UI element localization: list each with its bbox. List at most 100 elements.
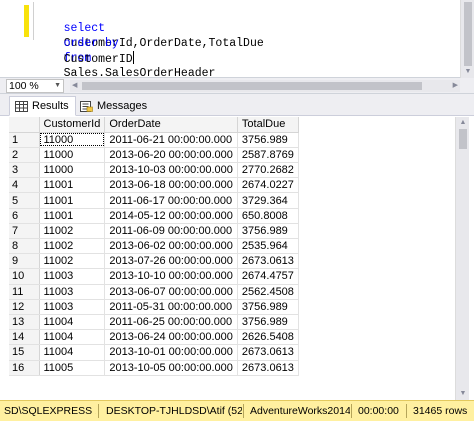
cell-totaldue[interactable]: 2770.2682	[237, 162, 299, 179]
row-number[interactable]: 16	[9, 360, 40, 376]
cell-totaldue[interactable]: 3756.989	[237, 299, 299, 315]
row-number[interactable]: 14	[9, 329, 40, 346]
column-header-customerid[interactable]: CustomerId	[39, 117, 106, 133]
cell-orderdate[interactable]: 2013-06-18 00:00:00.000	[104, 177, 238, 194]
cell-orderdate[interactable]: 2013-06-24 00:00:00.000	[104, 329, 238, 346]
column-header-orderdate[interactable]: OrderDate	[104, 117, 238, 133]
cell-customerid[interactable]: 11001	[39, 192, 106, 209]
cell-totaldue[interactable]: 2587.8769	[237, 147, 299, 164]
column-header-totaldue[interactable]: TotalDue	[237, 117, 299, 133]
editor-horizontal-scrollbar[interactable]: ◀ ▶	[70, 80, 460, 92]
table-row[interactable]: 10 11003 2013-10-10 00:00:00.000 2674.4757	[9, 268, 299, 285]
cell-totaldue[interactable]: 2673.0613	[237, 344, 299, 361]
cell-orderdate[interactable]: 2013-10-05 00:00:00.000	[104, 360, 238, 376]
table-row[interactable]: 5 11001 2011-06-17 00:00:00.000 3729.364	[9, 192, 299, 209]
row-number[interactable]: 7	[9, 223, 40, 240]
row-number-header[interactable]	[9, 117, 40, 133]
editor-vertical-scrollbar[interactable]: ▼	[460, 0, 474, 78]
row-number[interactable]: 4	[9, 177, 40, 194]
cell-orderdate[interactable]: 2011-05-31 00:00:00.000	[104, 299, 238, 315]
table-row[interactable]: 2 11000 2013-06-20 00:00:00.000 2587.8769	[9, 147, 299, 164]
table-row[interactable]: 6 11001 2014-05-12 00:00:00.000 650.8008	[9, 208, 299, 224]
table-row[interactable]: 8 11002 2013-06-02 00:00:00.000 2535.964	[9, 238, 299, 255]
cell-totaldue[interactable]: 2626.5408	[237, 329, 299, 346]
tab-messages[interactable]: Messages	[74, 96, 154, 116]
table-row[interactable]: 15 11004 2013-10-01 00:00:00.000 2673.0613	[9, 344, 299, 361]
table-row[interactable]: 3 11000 2013-10-03 00:00:00.000 2770.2682	[9, 162, 299, 179]
cell-customerid[interactable]: 11004	[39, 344, 106, 361]
grid-vertical-scrollbar[interactable]: ▲ ▼	[455, 117, 469, 400]
horizontal-scroll-thumb[interactable]	[82, 82, 422, 90]
cell-totaldue[interactable]: 650.8008	[237, 208, 299, 224]
cell-customerid[interactable]: 11004	[39, 314, 106, 331]
row-number[interactable]: 9	[9, 253, 40, 270]
cell-totaldue[interactable]: 2674.0227	[237, 177, 299, 194]
chevron-down-icon[interactable]: ▼	[54, 80, 61, 92]
tab-results[interactable]: Results	[9, 96, 76, 116]
cell-totaldue[interactable]: 3756.989	[237, 132, 299, 148]
cell-orderdate[interactable]: 2011-06-21 00:00:00.000	[104, 132, 238, 148]
cell-totaldue[interactable]: 3756.989	[237, 223, 299, 240]
row-number[interactable]: 15	[9, 344, 40, 361]
row-number[interactable]: 2	[9, 147, 40, 164]
cell-customerid[interactable]: 11002	[39, 238, 106, 255]
cell-orderdate[interactable]: 2013-10-01 00:00:00.000	[104, 344, 238, 361]
cell-orderdate[interactable]: 2013-06-20 00:00:00.000	[104, 147, 238, 164]
scroll-right-arrow-icon[interactable]: ▶	[453, 80, 458, 92]
cell-customerid[interactable]: 11002	[39, 223, 106, 240]
cell-orderdate[interactable]: 2011-06-17 00:00:00.000	[104, 192, 238, 209]
table-row[interactable]: 9 11002 2013-07-26 00:00:00.000 2673.0613	[9, 253, 299, 270]
grid-scroll-thumb[interactable]	[459, 129, 467, 149]
cell-customerid[interactable]: 11003	[39, 299, 106, 315]
cell-orderdate[interactable]: 2011-06-09 00:00:00.000	[104, 223, 238, 240]
code-line-2[interactable]: order by CustomerID	[36, 21, 134, 66]
scroll-down-arrow-icon[interactable]: ▼	[459, 390, 467, 398]
row-number[interactable]: 1	[9, 132, 40, 148]
cell-customerid[interactable]: 11000	[39, 147, 106, 164]
query-editor[interactable]: select CustomerId,OrderDate,TotalDue fro…	[0, 0, 474, 80]
code-line-1[interactable]: select CustomerId,OrderDate,TotalDue fro…	[36, 6, 264, 80]
cell-totaldue[interactable]: 2535.964	[237, 238, 299, 255]
row-number[interactable]: 13	[9, 314, 40, 331]
cell-orderdate[interactable]: 2013-06-02 00:00:00.000	[104, 238, 238, 255]
table-row[interactable]: 13 11004 2011-06-25 00:00:00.000 3756.989	[9, 314, 299, 331]
table-row[interactable]: 12 11003 2011-05-31 00:00:00.000 3756.989	[9, 299, 299, 315]
scroll-down-arrow-icon[interactable]: ▼	[464, 68, 472, 76]
table-row[interactable]: 1 11000 2011-06-21 00:00:00.000 3756.989	[9, 132, 299, 148]
cell-customerid[interactable]: 11002	[39, 253, 106, 270]
row-number[interactable]: 12	[9, 299, 40, 315]
cell-totaldue[interactable]: 2674.4757	[237, 268, 299, 285]
results-grid[interactable]: CustomerId OrderDate TotalDue 1 11000 2011…	[9, 117, 460, 400]
cell-totaldue[interactable]: 2562.4508	[237, 284, 299, 300]
row-number[interactable]: 11	[9, 284, 40, 300]
cell-orderdate[interactable]: 2013-10-03 00:00:00.000	[104, 162, 238, 179]
cell-customerid[interactable]: 11005	[39, 360, 106, 376]
row-number[interactable]: 5	[9, 192, 40, 209]
table-row[interactable]: 11 11003 2013-06-07 00:00:00.000 2562.4508	[9, 284, 299, 300]
row-number[interactable]: 6	[9, 208, 40, 224]
editor-scroll-thumb[interactable]	[464, 2, 472, 66]
cell-totaldue[interactable]: 3756.989	[237, 314, 299, 331]
table-row[interactable]: 16 11005 2013-10-05 00:00:00.000 2673.0613	[9, 360, 299, 376]
cell-orderdate[interactable]: 2013-10-10 00:00:00.000	[104, 268, 238, 285]
cell-totaldue[interactable]: 2673.0613	[237, 360, 299, 376]
cell-customerid[interactable]: 11000	[39, 162, 106, 179]
cell-orderdate[interactable]: 2011-06-25 00:00:00.000	[104, 314, 238, 331]
row-number[interactable]: 10	[9, 268, 40, 285]
cell-totaldue[interactable]: 3729.364	[237, 192, 299, 209]
cell-customerid[interactable]: 11004	[39, 329, 106, 346]
cell-orderdate[interactable]: 2013-07-26 00:00:00.000	[104, 253, 238, 270]
table-row[interactable]: 14 11004 2013-06-24 00:00:00.000 2626.5408	[9, 329, 299, 346]
cell-customerid[interactable]: 11001	[39, 208, 106, 224]
cell-totaldue[interactable]: 2673.0613	[237, 253, 299, 270]
scroll-up-arrow-icon[interactable]: ▲	[459, 119, 467, 127]
cell-orderdate[interactable]: 2013-06-07 00:00:00.000	[104, 284, 238, 300]
row-number[interactable]: 8	[9, 238, 40, 255]
table-row[interactable]: 4 11001 2013-06-18 00:00:00.000 2674.0227	[9, 177, 299, 194]
cell-customerid[interactable]: 11001	[39, 177, 106, 194]
cell-customerid[interactable]: 11003	[39, 284, 106, 300]
zoom-select[interactable]: 100 % ▼	[6, 79, 64, 93]
cell-orderdate[interactable]: 2014-05-12 00:00:00.000	[104, 208, 238, 224]
row-number[interactable]: 3	[9, 162, 40, 179]
scroll-left-arrow-icon[interactable]: ◀	[72, 80, 77, 92]
